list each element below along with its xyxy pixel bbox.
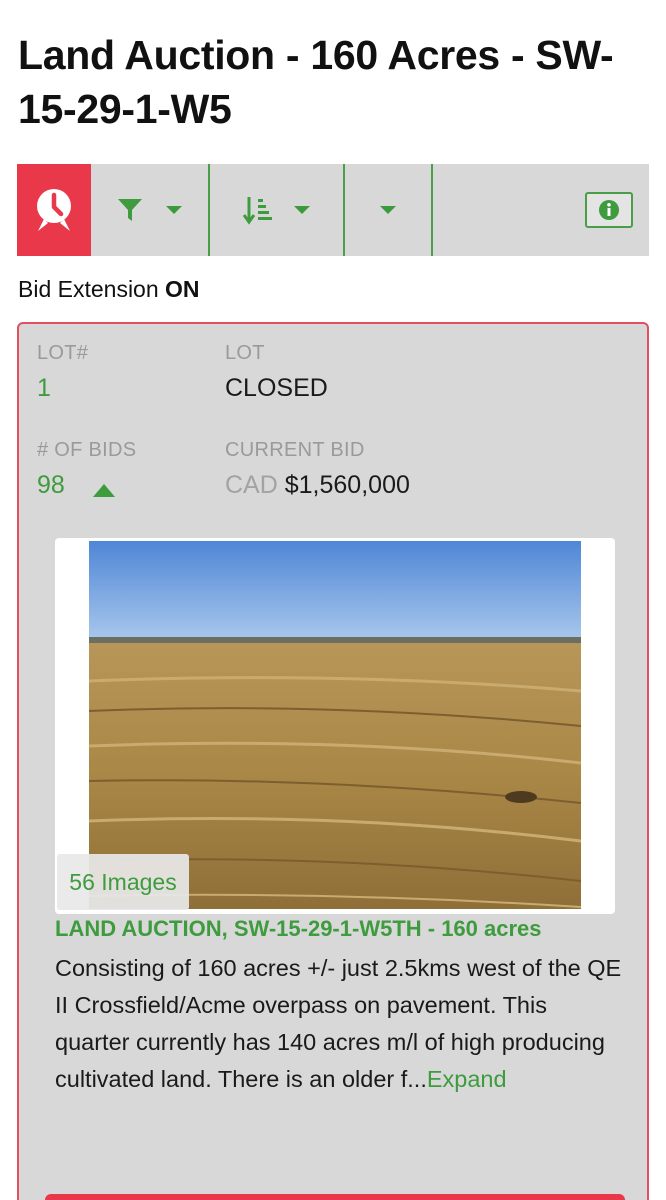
lot-status: CLOSED (225, 374, 328, 402)
image-count-badge[interactable]: 56 Images (57, 854, 189, 910)
clock-icon (37, 189, 71, 231)
current-bid: CAD $1,560,000 (225, 471, 410, 500)
sort-dropdown[interactable] (210, 164, 345, 256)
chevron-down-icon (380, 206, 396, 214)
info-button[interactable] (585, 192, 633, 228)
chevron-down-icon (294, 206, 311, 214)
info-icon (599, 200, 619, 220)
current-bid-label: CURRENT BID (225, 439, 365, 461)
bid-action-button[interactable] (45, 1194, 625, 1200)
currency-code: CAD (225, 471, 278, 499)
bid-extension-value: ON (165, 276, 200, 302)
bids-count: 98 (37, 471, 65, 499)
lot-title-link[interactable]: LAND AUCTION, SW-15-29-1-W5TH - 160 acre… (55, 916, 635, 942)
bid-extension-status: Bid Extension ON (18, 276, 200, 303)
filter-dropdown[interactable] (91, 164, 210, 256)
lot-number: 1 (37, 374, 51, 402)
auction-toolbar (17, 164, 649, 256)
sort-icon (242, 197, 272, 225)
expand-link[interactable]: Expand (427, 1066, 507, 1092)
lot-card[interactable]: LOT# 1 LOT CLOSED # OF BIDS 98 CURRENT B… (17, 322, 649, 1200)
filter-icon (117, 199, 142, 221)
current-bid-amount: $1,560,000 (284, 471, 410, 499)
lot-photo-frame[interactable]: 56 Images (55, 538, 615, 914)
bid-extension-label: Bid Extension (18, 276, 159, 302)
lot-description-text: Consisting of 160 acres +/- just 2.5kms … (55, 955, 622, 1092)
bids-count-label: # OF BIDS (37, 439, 137, 461)
bid-history-arrow-icon[interactable] (93, 484, 115, 497)
more-options-dropdown[interactable] (345, 164, 433, 256)
lot-number-label: LOT# (37, 342, 89, 364)
lot-status-label: LOT (225, 342, 265, 364)
page-title: Land Auction - 160 Acres - SW-15-29-1-W5 (18, 32, 614, 132)
chevron-down-icon (166, 206, 183, 214)
time-view-button[interactable] (17, 164, 91, 256)
lot-description: Consisting of 160 acres +/- just 2.5kms … (55, 950, 625, 1098)
